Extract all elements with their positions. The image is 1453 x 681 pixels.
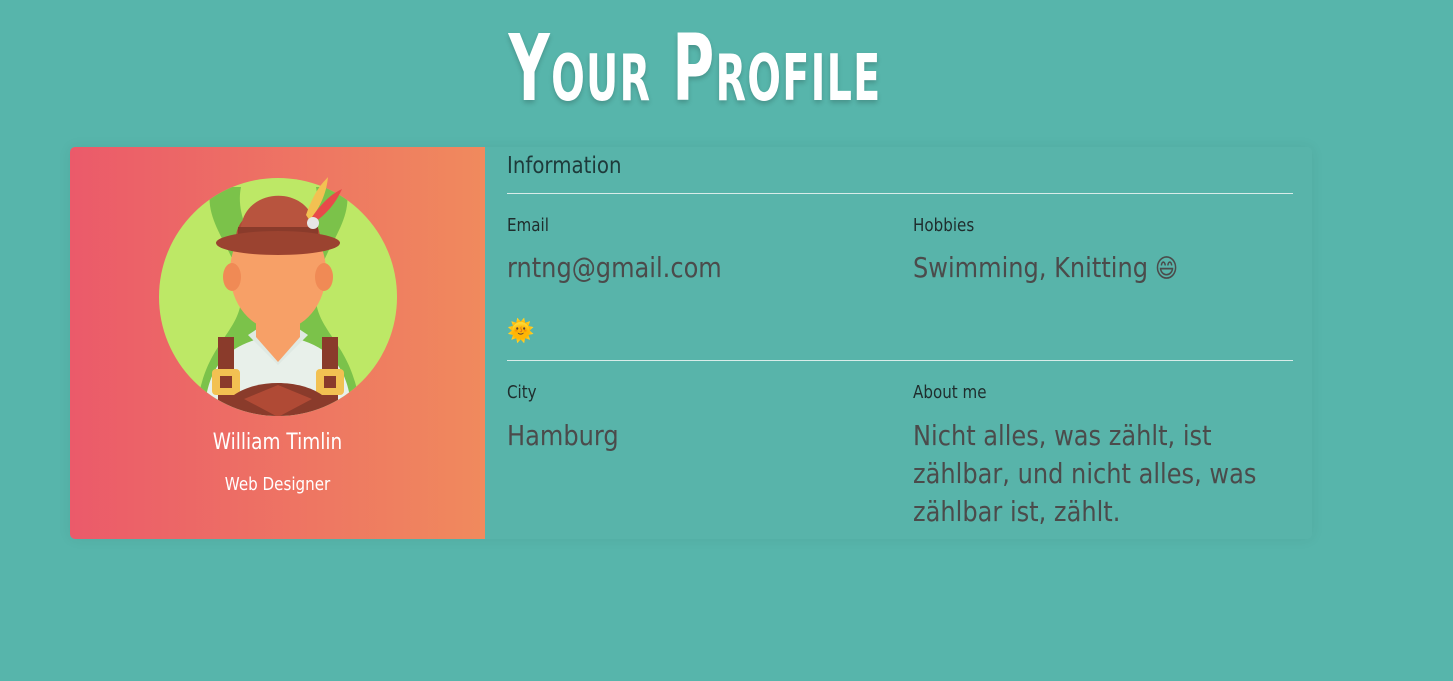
divider (507, 193, 1293, 194)
email-label: Email (507, 215, 549, 236)
information-heading: Information (507, 153, 622, 179)
about-label: About me (913, 382, 987, 403)
about-value: Nicht alles, was zählt, ist zählbar, und… (913, 419, 1257, 528)
hobbies-label: Hobbies (913, 215, 975, 236)
profile-card: William Timlin Web Designer Information … (70, 147, 1312, 539)
city-label: City (507, 382, 537, 403)
city-value: Hamburg (507, 419, 619, 452)
bavarian-man-avatar-icon (159, 177, 397, 416)
profile-summary-panel: William Timlin Web Designer (70, 147, 485, 539)
user-role: Web Designer (224, 474, 331, 495)
page-title: Your Profile (508, 15, 882, 122)
email-value: rntng@gmail.com (507, 251, 722, 284)
information-panel: Information Email rntng@gmail.com Hobbie… (485, 147, 1312, 539)
divider (507, 360, 1293, 361)
hobbies-value: Swimming, Knitting (913, 251, 1148, 284)
hobbies-field: Swimming, Knitting 😄 (913, 251, 1178, 284)
user-name: William Timlin (212, 430, 343, 455)
grin-emoji-icon: 😄 (1154, 254, 1179, 284)
sun-emoji-icon: 🌞 (507, 319, 535, 344)
